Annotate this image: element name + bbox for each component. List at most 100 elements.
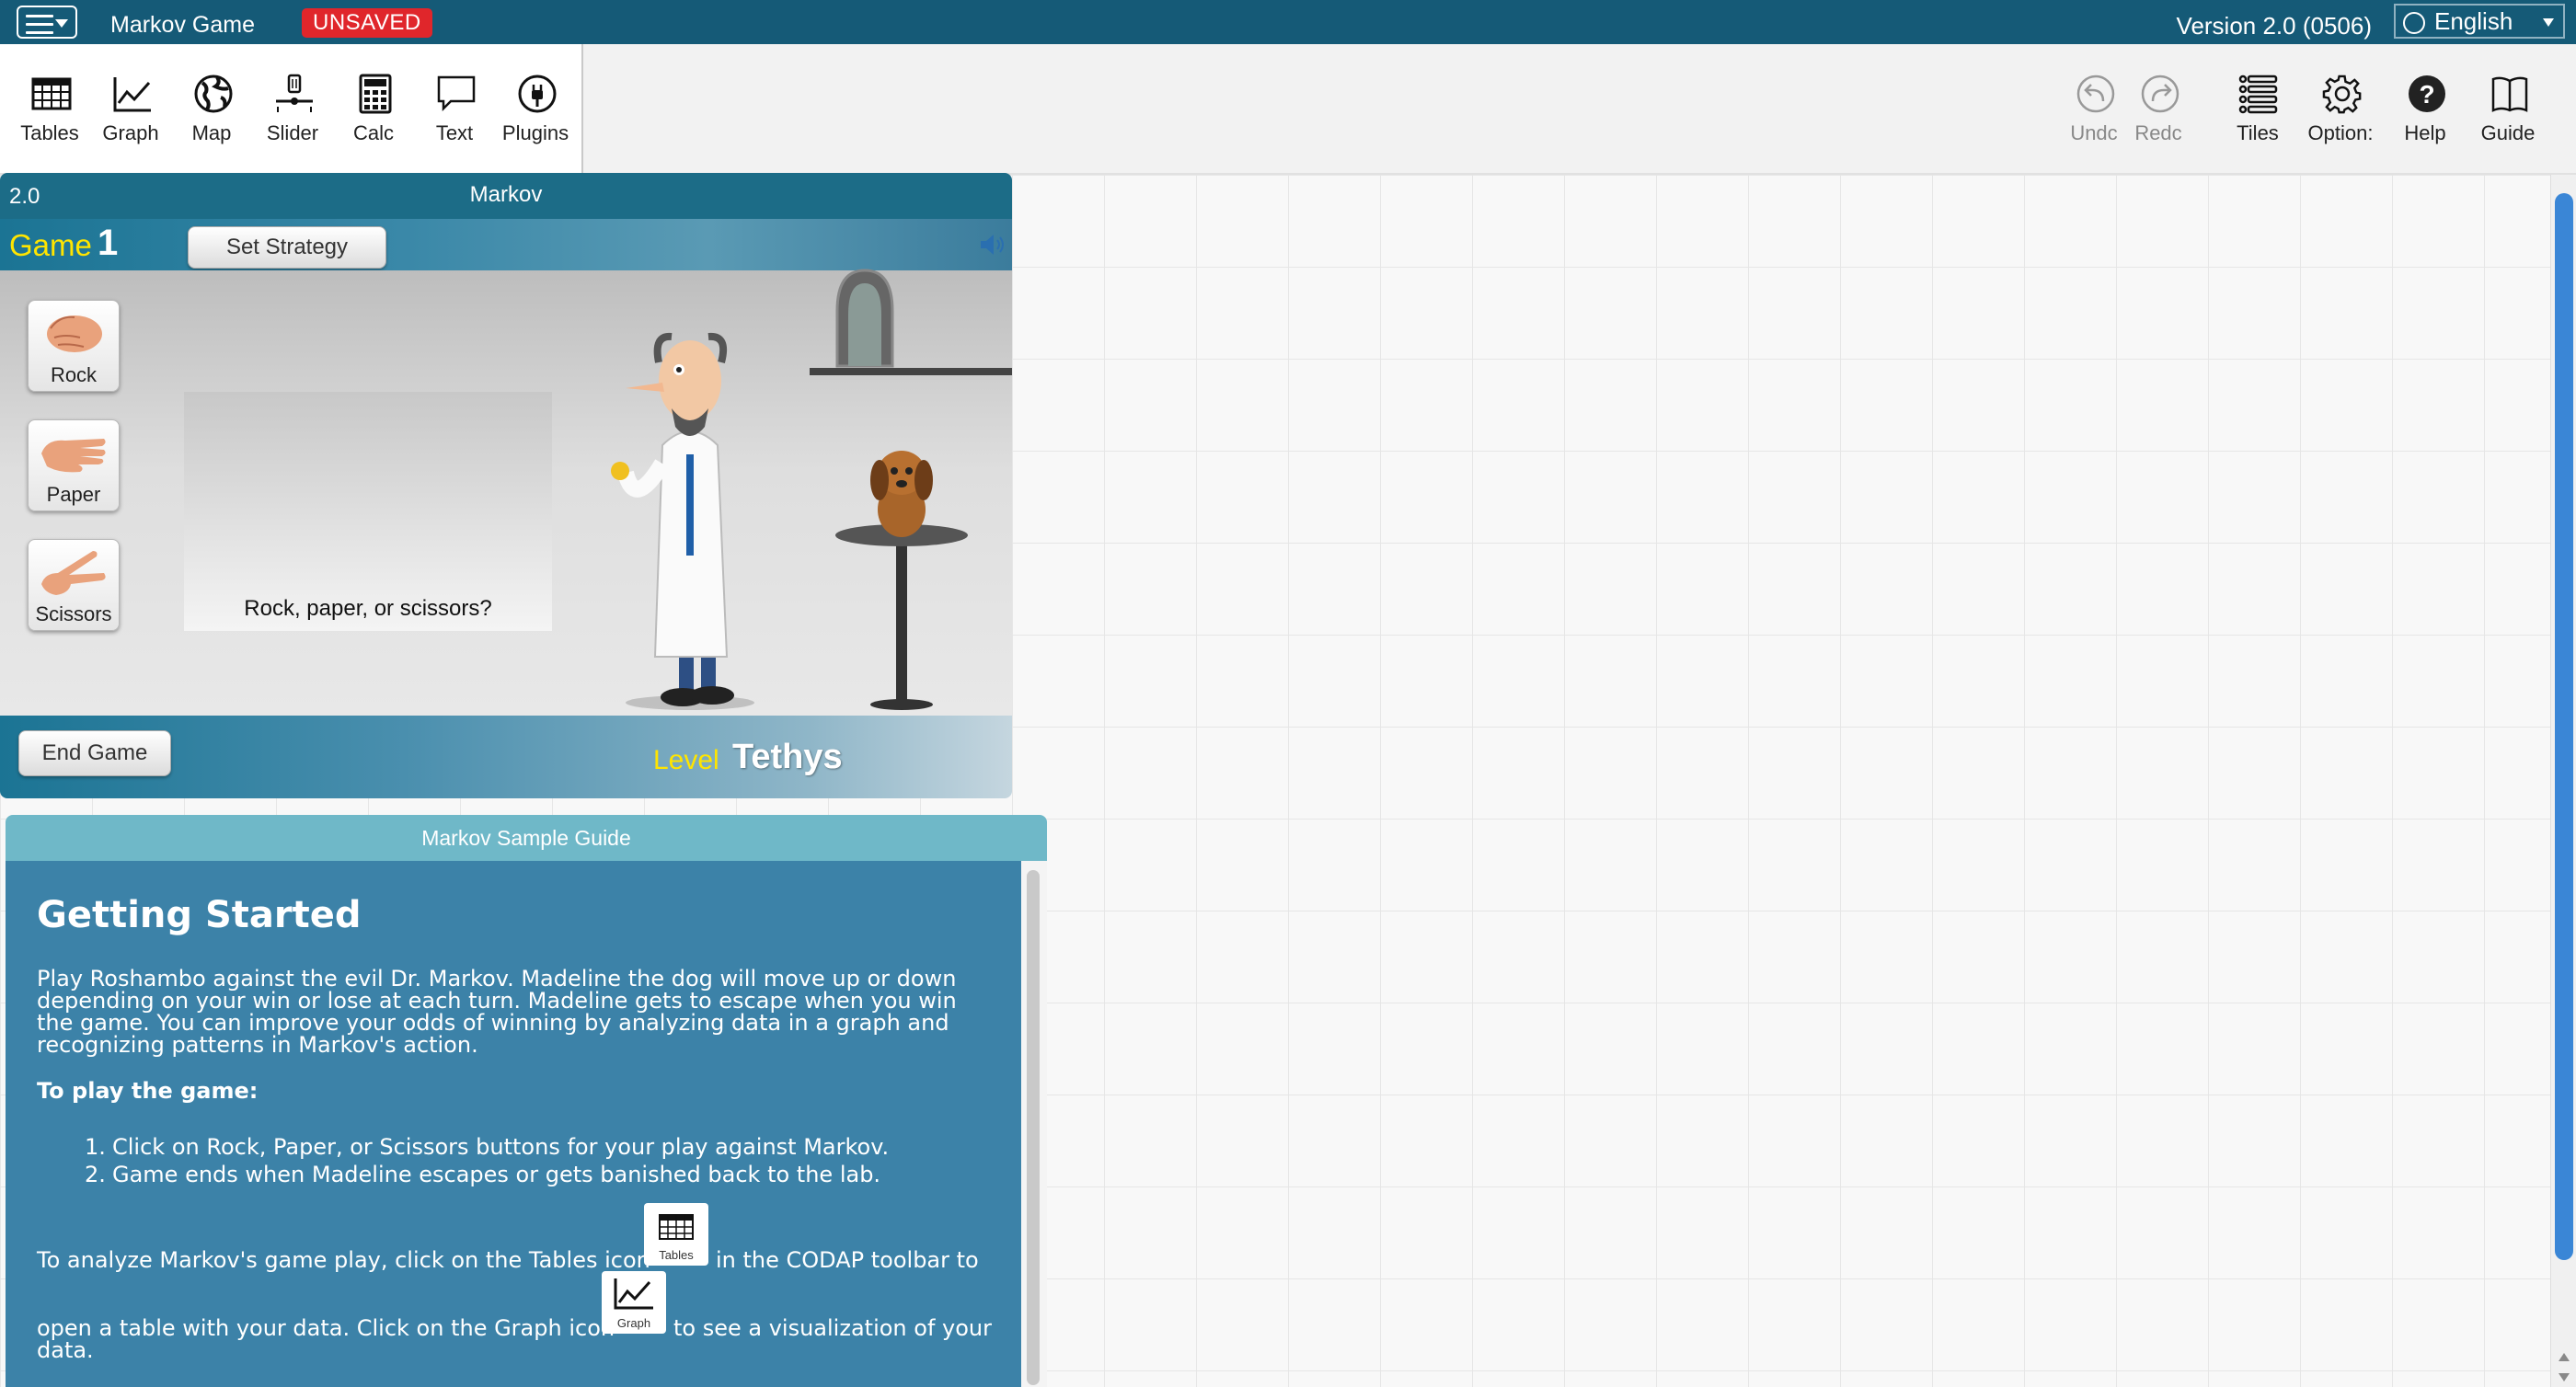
guide-content: Getting Started Play Roshambo against th… <box>6 861 1021 1387</box>
options-button[interactable]: Option: <box>2300 44 2381 173</box>
scissors-label: Scissors <box>35 602 112 625</box>
hamburger-menu-button[interactable] <box>17 6 77 39</box>
plugins-tool-label: Plugins <box>501 121 569 144</box>
inline-tables-label: Tables <box>659 1248 694 1262</box>
scissors-hand-icon <box>41 551 106 595</box>
plugins-tool[interactable]: Plugins <box>495 44 576 173</box>
markov-game-tile: 2.0 Markov Game 1 Set Strategy Rock Pape… <box>0 173 1012 798</box>
inline-graph-label: Graph <box>616 1316 651 1330</box>
game-number: 1 <box>98 223 119 263</box>
guide-steps-list: 1. Click on Rock, Paper, or Scissors butt… <box>85 1133 889 1188</box>
analyze-text: data. <box>37 1337 94 1363</box>
paper-button[interactable]: Paper <box>28 419 120 511</box>
slider-icon <box>276 74 313 112</box>
guide-analyze-line-3: data. <box>37 1337 94 1363</box>
tiles-button[interactable]: Tiles <box>2217 44 2298 173</box>
guide-to-play-heading: To play the game: <box>37 1078 259 1104</box>
table-icon <box>31 77 72 110</box>
language-menu[interactable]: English <box>2394 4 2565 39</box>
inline-tables-icon: Tables <box>644 1203 708 1266</box>
level-label: Level <box>653 745 719 775</box>
canvas-scrollbar[interactable] <box>2550 175 2576 1387</box>
guide-analyze-line-2b: to see a visualization of your <box>673 1315 992 1341</box>
prompt-text: Rock, paper, or scissors? <box>244 596 492 621</box>
scroll-down-arrow-icon[interactable] <box>2559 1373 2570 1381</box>
guide-analyze-line-2: open a table with your data. Click on th… <box>37 1315 615 1341</box>
guide-tile-title: Markov Sample Guide <box>421 826 631 850</box>
svg-text:?: ? <box>2419 80 2434 109</box>
list-item: 2. Game ends when Madeline escapes or get… <box>85 1162 881 1187</box>
analyze-text: to see a visualization of your <box>673 1315 992 1341</box>
language-label: English <box>2434 7 2513 35</box>
speech-bubble-icon <box>437 75 476 112</box>
text-tool[interactable]: Text <box>414 44 495 173</box>
list-item: 1. Click on Rock, Paper, or Scissors butt… <box>85 1134 890 1160</box>
graph-icon <box>614 1278 653 1310</box>
component-tools: Tables Graph Map Slider Calc Text Plugin… <box>0 44 583 173</box>
help-button[interactable]: ? Help <box>2385 44 2466 173</box>
lamp-shelf-image <box>810 269 1012 375</box>
toolshelf: Tables Graph Map Slider Calc Text Plugin… <box>0 44 2576 175</box>
game-tile-titlebar[interactable]: 2.0 Markov <box>0 173 1012 219</box>
table-icon <box>659 1214 694 1240</box>
game-tile-title: Markov <box>469 182 543 207</box>
level-name: Tethys <box>732 738 843 776</box>
analyze-text: in the CODAP toolbar to <box>716 1247 979 1273</box>
slider-tool[interactable]: Slider <box>252 44 333 173</box>
redo-label: Redc <box>2134 121 2182 144</box>
redo-button[interactable]: Redc <box>2118 44 2199 173</box>
guide-tile-titlebar[interactable]: Markov Sample Guide <box>6 815 1047 861</box>
help-icon: ? <box>2409 75 2445 112</box>
guide-heading: Getting Started <box>37 894 362 936</box>
analyze-text: open a table with your data. Click on th… <box>37 1315 615 1341</box>
caret-down-icon <box>55 19 68 28</box>
end-game-button[interactable]: End Game <box>18 730 171 776</box>
plug-icon <box>518 75 557 113</box>
guide-scrollbar-thumb[interactable] <box>1027 870 1040 1385</box>
top-bar: Markov Game UNSAVED Version 2.0 (0506) E… <box>0 0 2576 44</box>
game-footer: End Game Level Tethys <box>0 716 1012 798</box>
graph-tool[interactable]: Graph <box>90 44 171 173</box>
caret-down-icon <box>2543 18 2554 27</box>
calculator-icon <box>359 74 392 114</box>
graph-icon <box>113 77 151 112</box>
analyze-text: To analyze Markov's game play, click on … <box>37 1247 650 1273</box>
prompt-panel: Rock, paper, or scissors? <box>184 392 552 631</box>
guide-scrollbar[interactable] <box>1021 861 1047 1387</box>
hamburger-icon <box>26 15 53 40</box>
guide-label: Guide <box>2480 121 2536 144</box>
tiles-list-icon <box>2238 75 2278 114</box>
rock-button[interactable]: Rock <box>28 300 120 392</box>
gear-icon <box>2322 75 2362 114</box>
game-label: Game <box>9 228 92 262</box>
document-title[interactable]: Markov Game <box>110 12 255 39</box>
game-header: Game 1 Set Strategy <box>0 219 1012 270</box>
speaker-icon[interactable] <box>979 232 1006 258</box>
unsaved-badge: UNSAVED <box>302 8 432 38</box>
scrollbar-thumb[interactable] <box>2555 193 2573 1260</box>
calc-tool[interactable]: Calc <box>333 44 414 173</box>
guide-analyze-line-1: To analyze Markov's game play, click on … <box>37 1247 650 1273</box>
dr-markov-character-image <box>611 332 754 710</box>
map-tool[interactable]: Map <box>171 44 252 173</box>
guide-tile: Markov Sample Guide Getting Started Play… <box>6 815 1047 1387</box>
tables-tool[interactable]: Tables <box>9 44 90 173</box>
scroll-up-arrow-icon[interactable] <box>2559 1353 2570 1361</box>
step-text: Game ends when Madeline escapes or gets … <box>112 1162 881 1187</box>
version-label: Version 2.0 (0506) <box>2176 12 2372 40</box>
undo-icon <box>2076 75 2115 113</box>
rock-hand-icon <box>47 315 102 352</box>
guide-analyze-line-1b: in the CODAP toolbar to <box>716 1247 979 1273</box>
paper-label: Paper <box>46 483 101 506</box>
madeline-dog-image <box>835 451 968 710</box>
scissors-button[interactable]: Scissors <box>28 539 120 631</box>
guide-button[interactable]: Guide <box>2467 44 2548 173</box>
inline-graph-icon: Graph <box>602 1271 666 1334</box>
globe-icon <box>2403 12 2425 34</box>
globe-icon <box>194 75 233 113</box>
guide-intro-paragraph: Play Roshambo against the evil Dr. Marko… <box>37 966 957 1058</box>
set-strategy-button[interactable]: Set Strategy <box>188 226 386 269</box>
game-stage: Rock Paper Scissors Rock, paper, or scis… <box>0 269 1012 716</box>
book-icon <box>2491 76 2528 112</box>
redo-icon <box>2141 75 2179 113</box>
